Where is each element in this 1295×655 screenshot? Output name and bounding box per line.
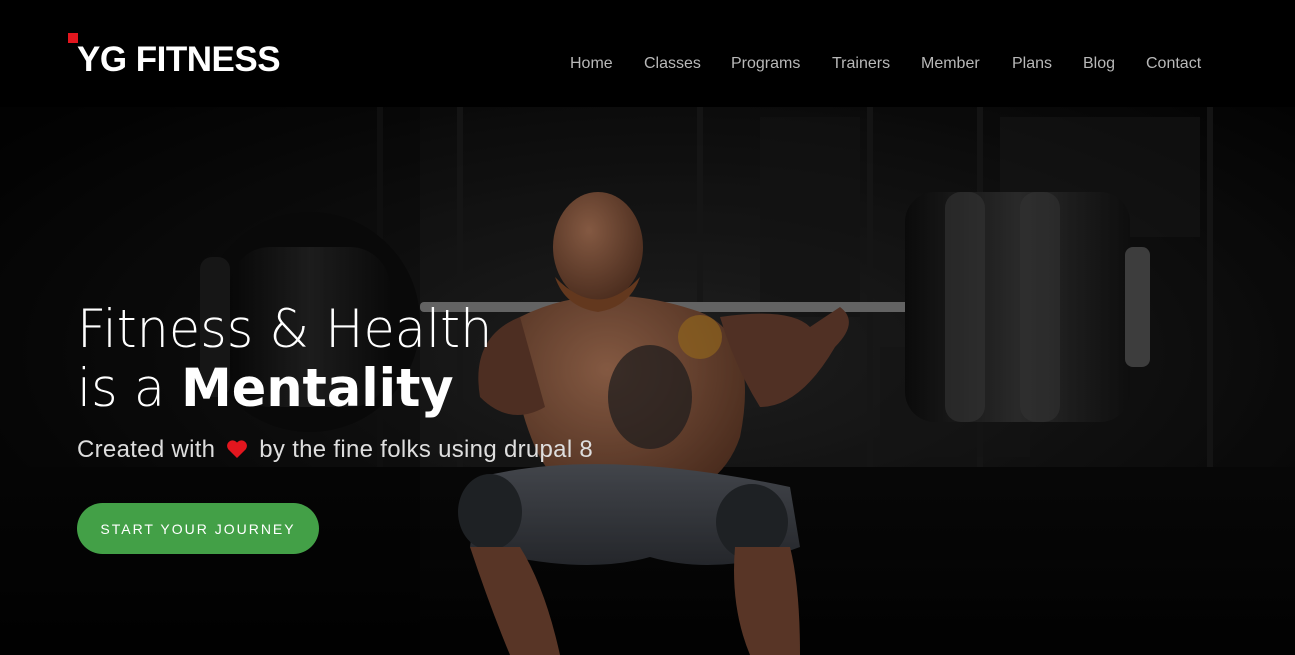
headline-prefix: is a	[77, 358, 182, 419]
nav-item-plans[interactable]: Plans	[1012, 55, 1052, 73]
nav-item-programs[interactable]: Programs	[731, 55, 800, 73]
headline-line-2: is a Mentality	[77, 360, 492, 418]
hero-headline: Fitness & Health is a Mentality	[77, 300, 510, 418]
tagline-after: by the fine folks using drupal 8	[259, 436, 594, 463]
nav-item-classes[interactable]: Classes	[644, 55, 701, 73]
heart-icon	[226, 438, 248, 458]
site-header: YG FITNESS Home Classes Programs Trainer…	[0, 0, 1295, 107]
page: YG FITNESS Home Classes Programs Trainer…	[0, 0, 1295, 655]
nav-item-home[interactable]: Home	[570, 55, 613, 73]
tagline-before: Created with	[77, 436, 216, 463]
nav-item-blog[interactable]: Blog	[1083, 55, 1115, 73]
start-journey-button[interactable]: START YOUR JOURNEY	[77, 503, 319, 554]
headline-line-1: Fitness & Health	[77, 299, 493, 360]
nav-item-contact[interactable]: Contact	[1146, 55, 1201, 73]
headline-bold-word: Mentality	[181, 358, 454, 419]
nav-item-trainers[interactable]: Trainers	[832, 55, 890, 73]
nav-item-member[interactable]: Member	[921, 55, 980, 73]
hero-tagline: Created with by the fine folks using dru…	[77, 436, 593, 464]
main-nav: Home Classes Programs Trainers Member Pl…	[0, 55, 1295, 77]
